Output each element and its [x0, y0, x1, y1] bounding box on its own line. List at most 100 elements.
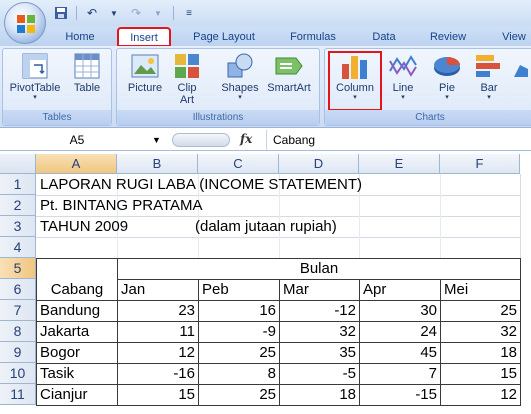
cell-b5-header-bulan[interactable]: Bulan [118, 258, 520, 279]
group-tables: PivotTable ▾ Table Tables [2, 48, 112, 126]
cell-value[interactable]: 15 [441, 363, 520, 384]
row-header-4[interactable]: 4 [0, 237, 36, 258]
row-header-2[interactable]: 2 [0, 195, 36, 216]
insert-function-icon[interactable]: fx [240, 132, 252, 146]
row-header-10[interactable]: 10 [0, 363, 36, 384]
smartart-label: SmartArt [267, 82, 311, 94]
row-header-3[interactable]: 3 [0, 216, 36, 237]
area-chart-button[interactable] [511, 51, 531, 111]
redo-icon[interactable]: ↷ [127, 4, 145, 22]
formula-input[interactable]: Cabang [266, 130, 529, 150]
clipart-button[interactable]: Clip Art [169, 51, 205, 111]
cell-e6-month[interactable]: Apr [360, 279, 440, 300]
tab-view[interactable]: View [494, 28, 531, 46]
cell-b6-month[interactable]: Jan [118, 279, 198, 300]
cell-cabang[interactable]: Bogor [37, 342, 117, 363]
group-illustrations: Picture Clip Art Shapes ▾ SmartArt Illus… [116, 48, 320, 126]
picture-label: Picture [127, 82, 163, 94]
cell-cabang[interactable]: Cianjur [37, 384, 117, 405]
column-header-f[interactable]: F [440, 154, 520, 174]
column-header-c[interactable]: C [198, 154, 279, 174]
dropdown-icon[interactable]: ▼ [105, 4, 123, 22]
row-header-8[interactable]: 8 [0, 321, 36, 342]
table-icon [71, 51, 103, 81]
row-header-9[interactable]: 9 [0, 342, 36, 363]
dropdown-arrow-icon: ▾ [487, 94, 491, 101]
cell-value[interactable]: -9 [199, 321, 279, 342]
cell-value[interactable]: 25 [441, 300, 520, 321]
cell-value[interactable]: 45 [360, 342, 440, 363]
select-all-corner[interactable] [0, 154, 36, 174]
cell-value[interactable]: 25 [199, 384, 279, 405]
cell-value[interactable]: 35 [280, 342, 359, 363]
row-header-7[interactable]: 7 [0, 300, 36, 321]
cell-value[interactable]: -5 [280, 363, 359, 384]
smartart-button[interactable]: SmartArt [263, 51, 315, 111]
picture-button[interactable]: Picture [123, 51, 167, 111]
tab-data[interactable]: Data [362, 28, 406, 46]
cell-value[interactable]: 7 [360, 363, 440, 384]
tab-formulas[interactable]: Formulas [282, 28, 344, 46]
cell-value[interactable]: 12 [441, 384, 520, 405]
line-chart-button[interactable]: Line ▾ [383, 51, 423, 111]
column-header-b[interactable]: B [117, 154, 198, 174]
formula-bar: A5 ▼ fx Cabang [0, 129, 531, 151]
bar-chart-button[interactable]: Bar ▾ [469, 51, 509, 111]
pivottable-button[interactable]: PivotTable ▾ [7, 51, 63, 111]
row-header-5[interactable]: 5 [0, 258, 36, 279]
table-button[interactable]: Table [67, 51, 107, 111]
tab-page-layout[interactable]: Page Layout [185, 28, 263, 46]
cell-cabang[interactable]: Tasik [37, 363, 117, 384]
cell-a3[interactable]: TAHUN 2009 [37, 216, 131, 237]
cell-value[interactable]: -12 [280, 300, 359, 321]
column-header-a[interactable]: A [36, 154, 117, 174]
group-charts: Column ▾ Line ▾ Pie ▾ Bar ▾ Charts [324, 48, 531, 126]
tab-home[interactable]: Home [56, 28, 104, 46]
cell-value[interactable]: 32 [441, 321, 520, 342]
cell-value[interactable]: 15 [118, 384, 198, 405]
name-box[interactable]: A5 ▼ [2, 131, 170, 149]
undo-icon[interactable]: ↶ [83, 4, 101, 22]
save-icon[interactable] [52, 4, 70, 22]
column-header-e[interactable]: E [359, 154, 440, 174]
formula-bar-splitter[interactable] [172, 133, 230, 147]
row-header-1[interactable]: 1 [0, 174, 36, 195]
cell-cabang[interactable]: Bandung [37, 300, 117, 321]
shapes-button[interactable]: Shapes ▾ [217, 51, 263, 111]
cell-value[interactable]: -15 [360, 384, 440, 405]
name-box-dropdown-icon[interactable]: ▼ [152, 135, 161, 145]
clipart-label: Clip Art [177, 82, 197, 106]
cell-value[interactable]: -16 [118, 363, 198, 384]
cell-value[interactable]: 16 [199, 300, 279, 321]
name-box-value[interactable]: A5 [2, 133, 152, 147]
tab-review[interactable]: Review [420, 28, 476, 46]
cell-f6-month[interactable]: Mei [441, 279, 520, 300]
customize-qat-icon[interactable]: ≡ [180, 4, 198, 22]
cell-value[interactable]: 18 [280, 384, 359, 405]
cell-value[interactable]: 11 [118, 321, 198, 342]
column-header-d[interactable]: D [279, 154, 359, 174]
cell-value[interactable]: 30 [360, 300, 440, 321]
row-header-6[interactable]: 6 [0, 279, 36, 300]
office-button[interactable] [4, 2, 46, 44]
cell-c3[interactable]: (dalam jutaan rupiah) [192, 216, 340, 237]
cell-a2[interactable]: Pt. BINTANG PRATAMA [37, 195, 206, 216]
cell-value[interactable]: 23 [118, 300, 198, 321]
cell-a1[interactable]: LAPORAN RUGI LABA (INCOME STATEMENT) [37, 174, 365, 195]
cell-value[interactable]: 25 [199, 342, 279, 363]
cell-value[interactable]: 8 [199, 363, 279, 384]
pie-label: Pie [439, 82, 455, 94]
cell-value[interactable]: 24 [360, 321, 440, 342]
cell-value[interactable]: 18 [441, 342, 520, 363]
cell-a6-header-cabang[interactable]: Cabang [37, 279, 117, 300]
dropdown-icon[interactable]: ▼ [149, 4, 167, 22]
qat-separator [173, 6, 174, 20]
cell-value[interactable]: 12 [118, 342, 198, 363]
tab-insert[interactable]: Insert [117, 27, 171, 47]
cell-d6-month[interactable]: Mar [280, 279, 359, 300]
cell-value[interactable]: 32 [280, 321, 359, 342]
pie-chart-button[interactable]: Pie ▾ [427, 51, 467, 111]
cell-cabang[interactable]: Jakarta [37, 321, 117, 342]
row-header-11[interactable]: 11 [0, 384, 36, 405]
cell-c6-month[interactable]: Peb [199, 279, 279, 300]
